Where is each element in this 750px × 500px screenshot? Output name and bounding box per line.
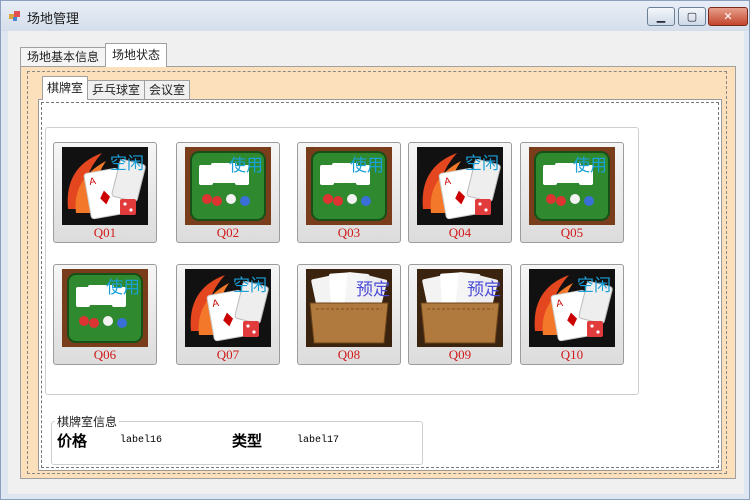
room-card-q02[interactable]: 使用 Q02	[176, 142, 280, 243]
chess-room-page: A 空闲 Q01 使用 Q02 使用 Q03 A 空闲 Q04 使用 Q05 使用 Q06 A 空闲 Q07 预定…	[38, 99, 722, 471]
room-status: 使用	[106, 278, 140, 297]
room-card-q08[interactable]: 预定 Q08	[297, 264, 401, 365]
price-label: 价格	[57, 434, 88, 450]
room-status: 使用	[229, 156, 263, 175]
room-id: Q06	[93, 347, 117, 362]
app-window-icon	[9, 11, 20, 21]
room-status: 使用	[573, 156, 607, 175]
minimize-icon: ▁	[656, 10, 666, 23]
room-id: Q07	[216, 347, 240, 362]
room-grid-panel: A 空闲 Q01 使用 Q02 使用 Q03 A 空闲 Q04 使用 Q05 使用 Q06 A 空闲 Q07 预定…	[45, 127, 639, 395]
room-id: Q08	[337, 347, 361, 362]
room-id: Q03	[337, 225, 361, 240]
room-image: 预定	[417, 269, 503, 347]
close-button[interactable]: ✕	[708, 7, 748, 26]
price-value: label16	[120, 435, 163, 446]
room-card-q03[interactable]: 使用 Q03	[297, 142, 401, 243]
room-status: 预定	[467, 280, 501, 299]
room-card-q04[interactable]: A 空闲 Q04	[408, 142, 512, 243]
room-image: 使用	[62, 269, 148, 347]
room-card-q09[interactable]: 预定 Q09	[408, 264, 512, 365]
title-bar: 场地管理 ▁ ▢ ✕	[1, 1, 749, 31]
tab-venue-status[interactable]: 场地状态	[105, 43, 168, 67]
room-status: 空闲	[465, 154, 499, 173]
room-card-q07[interactable]: A 空闲 Q07	[176, 264, 280, 365]
close-icon: ✕	[723, 10, 733, 23]
room-id: Q01	[93, 225, 117, 240]
room-id: Q10	[560, 347, 584, 362]
minimize-button[interactable]: ▁	[647, 7, 675, 26]
venue-status-page-border: 棋牌室 乒乓球室 会议室 A 空闲 Q01 使用 Q02 使用 Q03 A 空闲 Q04 使用 Q05…	[27, 71, 727, 474]
type-label: 类型	[232, 434, 263, 450]
room-status: 使用	[350, 156, 384, 175]
room-status: 空闲	[110, 154, 144, 173]
room-status: 空闲	[577, 276, 611, 295]
room-id: Q04	[448, 225, 472, 240]
room-image: 使用	[185, 147, 271, 225]
room-card-q05[interactable]: 使用 Q05	[520, 142, 624, 243]
room-info-group: 棋牌室信息 价格 label16 类型 label17	[51, 413, 423, 465]
app-window: 场地管理 ▁ ▢ ✕ 场地基本信息 场地状态 棋牌室 乒乓球室 会议室 A 空闲…	[0, 0, 750, 500]
tab-meeting-room[interactable]: 会议室	[144, 80, 191, 100]
room-card-q01[interactable]: A 空闲 Q01	[53, 142, 157, 243]
tab-table-tennis-room[interactable]: 乒乓球室	[87, 80, 146, 100]
venue-status-page: 棋牌室 乒乓球室 会议室 A 空闲 Q01 使用 Q02 使用 Q03 A 空闲 Q04 使用 Q05…	[20, 66, 736, 479]
room-id: Q02	[216, 225, 240, 240]
room-image: A 空闲	[62, 147, 148, 225]
room-image: A 空闲	[529, 269, 615, 347]
room-image: 使用	[306, 147, 392, 225]
room-image: 预定	[306, 269, 392, 347]
tab-chess-room[interactable]: 棋牌室	[42, 76, 89, 100]
room-image: A 空闲	[185, 269, 271, 347]
room-status: 预定	[356, 280, 390, 299]
maximize-icon: ▢	[686, 10, 698, 23]
room-image: A 空闲	[417, 147, 503, 225]
main-tabstrip: 场地基本信息 场地状态	[20, 43, 168, 67]
type-value: label17	[297, 435, 340, 446]
tab-venue-basic-info[interactable]: 场地基本信息	[20, 47, 107, 67]
window-title: 场地管理	[27, 12, 80, 27]
room-type-tabstrip: 棋牌室 乒乓球室 会议室	[42, 76, 191, 100]
client-area: 场地基本信息 场地状态 棋牌室 乒乓球室 会议室 A 空闲 Q01 使用 Q02 使用 Q0…	[8, 31, 744, 494]
room-status: 空闲	[233, 276, 267, 295]
maximize-button[interactable]: ▢	[678, 7, 706, 26]
room-info-legend: 棋牌室信息	[55, 413, 120, 430]
room-card-q10[interactable]: A 空闲 Q10	[520, 264, 624, 365]
room-id: Q09	[448, 347, 472, 362]
room-card-q06[interactable]: 使用 Q06	[53, 264, 157, 365]
room-id: Q05	[560, 225, 584, 240]
room-image: 使用	[529, 147, 615, 225]
